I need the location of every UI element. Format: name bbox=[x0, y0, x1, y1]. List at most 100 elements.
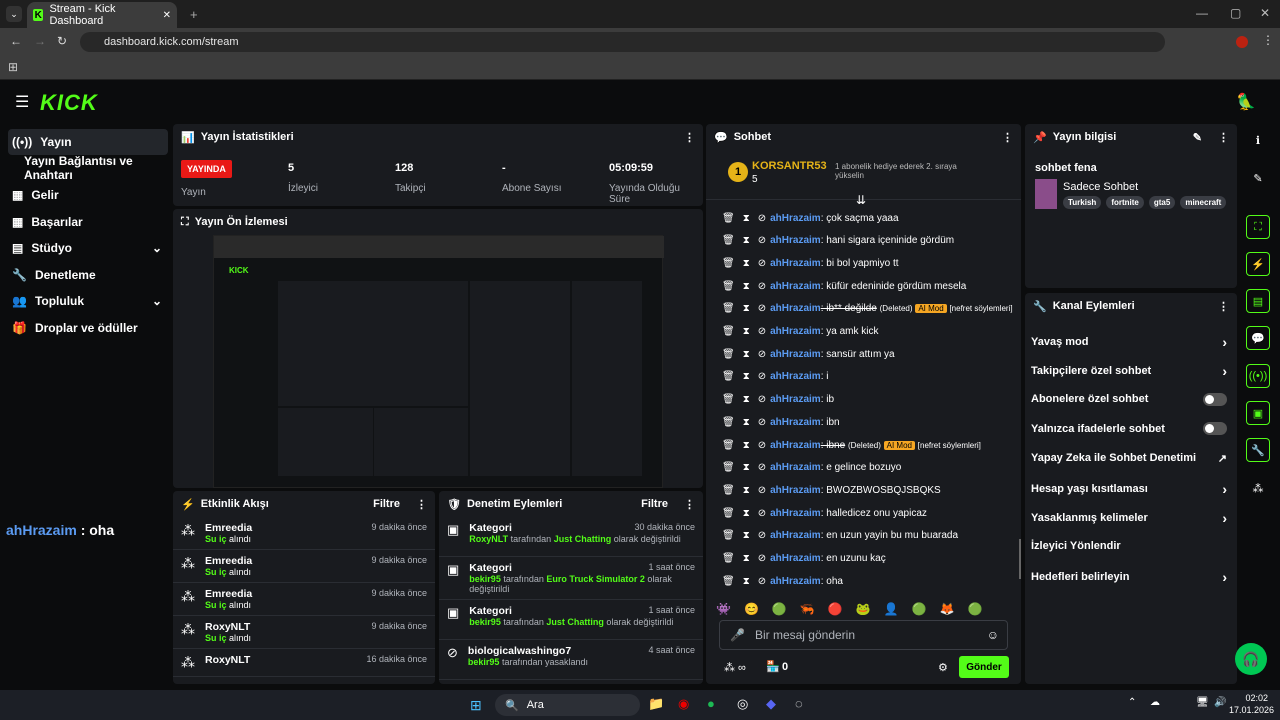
tag[interactable]: fortnite bbox=[1106, 196, 1144, 209]
sidebar-item-denetleme[interactable]: 🔧 Denetleme bbox=[8, 262, 168, 288]
volume-icon[interactable]: 🔊 bbox=[1214, 697, 1226, 708]
ban-icon[interactable]: ⊘ bbox=[758, 553, 766, 564]
more-icon[interactable]: ⋮ bbox=[416, 498, 427, 511]
timeout-icon[interactable]: ⧗ bbox=[743, 394, 750, 405]
delete-icon[interactable]: 🗑 bbox=[722, 371, 735, 382]
chat-username[interactable]: ahHrazaim bbox=[770, 417, 821, 428]
broadcast-toggle-icon[interactable]: ((•)) bbox=[1246, 364, 1270, 388]
ban-icon[interactable]: ⊘ bbox=[758, 576, 766, 587]
delete-icon[interactable]: 🗑 bbox=[722, 349, 735, 360]
minimize-icon[interactable]: — bbox=[1196, 6, 1208, 20]
more-icon[interactable]: ⋮ bbox=[684, 131, 695, 144]
chat-username[interactable]: ahHrazaim bbox=[770, 576, 821, 587]
mic-icon[interactable]: 🎤 bbox=[730, 628, 745, 642]
chat-username[interactable]: ahHrazaim bbox=[770, 485, 821, 496]
chat-message[interactable]: 🗑 ⧗ ⊘ ahHrazaim: ib** değilde (Deleted) AI … bbox=[722, 298, 1022, 320]
chat-username[interactable]: ahHrazaim bbox=[770, 462, 821, 473]
event-item[interactable]: ⁂ Emreedia Su iç alındı 9 dakika önce bbox=[173, 550, 435, 583]
delete-icon[interactable]: 🗑 bbox=[722, 281, 735, 292]
toggle-switch[interactable] bbox=[1203, 392, 1227, 406]
ban-icon[interactable]: ⊘ bbox=[758, 213, 766, 224]
app-icon[interactable]: ◌ bbox=[795, 696, 803, 711]
chat-message[interactable]: 🗑 ⧗ ⊘ ahHrazaim: sansür attım ya bbox=[722, 343, 1022, 365]
maximize-icon[interactable]: ▢ bbox=[1230, 6, 1241, 20]
forward-icon[interactable]: → bbox=[34, 34, 46, 48]
chat-message[interactable]: 🗑 ⧗ ⊘ ahHrazaim: ibn bbox=[722, 411, 1022, 433]
tag[interactable]: minecraft bbox=[1180, 196, 1227, 209]
delete-icon[interactable]: 🗑 bbox=[722, 326, 735, 337]
chat-username[interactable]: ahHrazaim bbox=[770, 213, 821, 224]
tab-list-icon[interactable]: ⌄ bbox=[6, 6, 22, 22]
timeout-icon[interactable]: ⧗ bbox=[743, 462, 750, 473]
timeout-icon[interactable]: ⧗ bbox=[743, 371, 750, 382]
channel-action[interactable]: Yalnızca ifadelerle sohbet bbox=[1031, 422, 1227, 436]
sidebar-item-studyo[interactable]: ▤ Stüdyo ⌄ bbox=[8, 235, 168, 261]
taskbar-search[interactable]: 🔍 Ara bbox=[495, 694, 640, 716]
collapse-icon[interactable]: ⇊ bbox=[856, 193, 866, 207]
chat-message[interactable]: 🗑 ⧗ ⊘ ahHrazaim: ibne (Deleted) AI Mod [nef… bbox=[722, 434, 1022, 456]
moderation-item[interactable]: ▣ Kategori 30 dakika önce RoxyNLT tarafında… bbox=[439, 517, 703, 557]
delete-icon[interactable]: 🗑 bbox=[722, 485, 735, 496]
stats-toggle-icon[interactable]: ▤ bbox=[1246, 289, 1270, 313]
chat-username[interactable]: ahHrazaim bbox=[770, 530, 821, 541]
cloud-icon[interactable]: ☁ bbox=[1150, 697, 1160, 708]
delete-icon[interactable]: 🗑 bbox=[722, 417, 735, 428]
pinned-user[interactable]: KORSANTR53 bbox=[752, 160, 827, 172]
more-icon[interactable]: ⋮ bbox=[684, 498, 695, 511]
chat-username[interactable]: ahHrazaim bbox=[770, 349, 821, 360]
chat-message[interactable]: 🗑 ⧗ ⊘ ahHrazaim: i bbox=[722, 366, 1022, 388]
more-icon[interactable]: ⋮ bbox=[1002, 131, 1013, 144]
delete-icon[interactable]: 🗑 bbox=[722, 394, 735, 405]
event-item[interactable]: ⁂ RoxyNLT 16 dakika önce bbox=[173, 649, 435, 677]
timeout-icon[interactable]: ⧗ bbox=[743, 417, 750, 428]
menu-dots-icon[interactable]: ⋮ bbox=[1262, 33, 1274, 47]
event-item[interactable]: ⁂ RoxyNLT Su iç alındı 9 dakika önce bbox=[173, 616, 435, 649]
chat-username[interactable]: ahHrazaim bbox=[770, 440, 821, 451]
chat-message[interactable]: 🗑 ⧗ ⊘ ahHrazaim: en uzun yayin bu mu buarad… bbox=[722, 525, 1022, 547]
chat-username[interactable]: ahHrazaim bbox=[770, 235, 821, 246]
url-field[interactable]: dashboard.kick.com/stream bbox=[80, 32, 1165, 52]
chat-username[interactable]: ahHrazaim bbox=[770, 303, 821, 314]
delete-icon[interactable]: 🗑 bbox=[722, 213, 735, 224]
support-headset-icon[interactable]: 🎧 bbox=[1235, 643, 1267, 675]
ban-icon[interactable]: ⊘ bbox=[758, 326, 766, 337]
timeout-icon[interactable]: ⧗ bbox=[743, 553, 750, 564]
timeout-icon[interactable]: ⧗ bbox=[743, 258, 750, 269]
channel-action[interactable]: İzleyici Yönlendir bbox=[1031, 540, 1227, 552]
timeout-icon[interactable]: ⧗ bbox=[743, 235, 750, 246]
event-item[interactable]: ⁂ Emreedia Su iç alındı 9 dakika önce bbox=[173, 583, 435, 616]
chat-message[interactable]: 🗑 ⧗ ⊘ ahHrazaim: çok saçma yaaa bbox=[722, 207, 1022, 229]
timeout-icon[interactable]: ⧗ bbox=[743, 485, 750, 496]
ban-icon[interactable]: ⊘ bbox=[758, 508, 766, 519]
chat-message[interactable]: 🗑 ⧗ ⊘ ahHrazaim: halledicez onu yapicaz bbox=[722, 502, 1022, 524]
browser-tab[interactable]: K Stream - Kick Dashboard ✕ bbox=[27, 2, 177, 28]
emoji-icon[interactable]: ☺ bbox=[987, 628, 999, 642]
points-icon[interactable]: ⁂ bbox=[1246, 476, 1270, 500]
delete-icon[interactable]: 🗑 bbox=[722, 462, 735, 473]
filter-button[interactable]: Filtre bbox=[641, 498, 668, 510]
info-toggle-icon[interactable]: ▣ bbox=[1246, 401, 1270, 425]
close-window-icon[interactable]: ✕ bbox=[1260, 6, 1270, 20]
delete-icon[interactable]: 🗑 bbox=[722, 508, 735, 519]
ban-icon[interactable]: ⊘ bbox=[758, 485, 766, 496]
moderation-item[interactable]: ⊘ biologicalwashingo7 4 saat önce bekir95 t… bbox=[439, 640, 703, 680]
timeout-icon[interactable]: ⧗ bbox=[743, 576, 750, 587]
channel-action[interactable]: Abonelere özel sohbet bbox=[1031, 392, 1227, 406]
channel-action[interactable]: Hedefleri belirleyin › bbox=[1031, 569, 1227, 585]
back-icon[interactable]: ← bbox=[10, 34, 22, 48]
emote-bar[interactable]: 👾 😊 🟢 🦐 🔴 🐸 👤 🟢 🦊 🟢 bbox=[716, 602, 1006, 622]
tag[interactable]: gta5 bbox=[1148, 196, 1176, 209]
close-tab-icon[interactable]: ✕ bbox=[163, 10, 171, 21]
chat-message[interactable]: 🗑 ⧗ ⊘ ahHrazaim: oha bbox=[722, 570, 1022, 592]
event-item[interactable]: ⁂ Emreedia Su iç alındı 9 dakika önce bbox=[173, 517, 435, 550]
delete-icon[interactable]: 🗑 bbox=[722, 530, 735, 541]
ban-icon[interactable]: ⊘ bbox=[758, 349, 766, 360]
chat-username[interactable]: ahHrazaim bbox=[770, 553, 821, 564]
chat-message[interactable]: 🗑 ⧗ ⊘ ahHrazaim: küfür edeninide gördüm mes… bbox=[722, 275, 1022, 297]
sidebar-item-gelir[interactable]: ▦ Gelir bbox=[8, 182, 168, 208]
more-icon[interactable]: ⋮ bbox=[1218, 131, 1229, 144]
sidebar-item-topluluk[interactable]: 👥 Topluluk ⌄ bbox=[8, 288, 168, 314]
delete-icon[interactable]: 🗑 bbox=[722, 235, 735, 246]
timeout-icon[interactable]: ⧗ bbox=[743, 508, 750, 519]
edit-icon[interactable]: ✎ bbox=[1193, 131, 1202, 144]
